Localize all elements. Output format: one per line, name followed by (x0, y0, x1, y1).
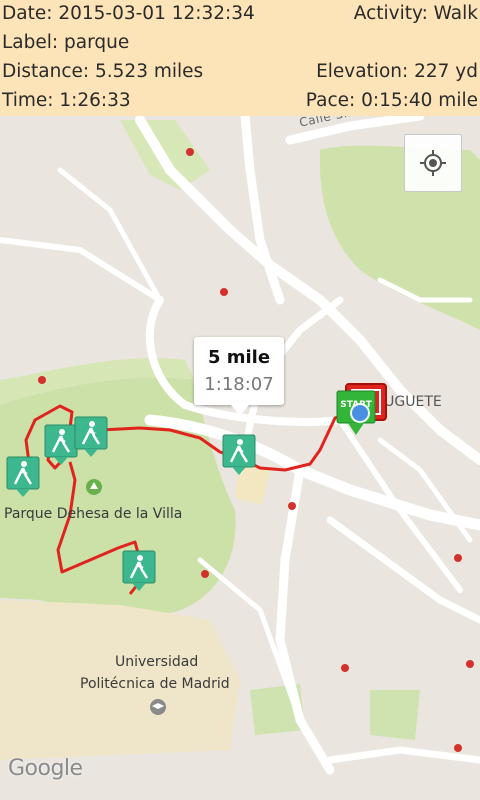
map-view[interactable]: Calle Sinesio Delg JUGUETE Parque Dehesa… (0, 116, 480, 800)
callout-time: 1:18:07 (204, 374, 274, 395)
distance-text: Distance: 5.523 miles (2, 61, 204, 82)
label-text: Label: parque (2, 32, 130, 53)
header-row-3: Distance: 5.523 miles Elevation: 227 yd (0, 58, 480, 87)
header-row-4: Time: 1:26:33 Pace: 0:15:40 mile (0, 87, 480, 116)
my-location-button[interactable] (404, 134, 462, 192)
park-label: Parque Dehesa de la Villa (4, 506, 183, 522)
walk-marker-1[interactable] (6, 456, 40, 498)
my-location-icon (420, 150, 446, 176)
distance-callout[interactable]: 5 mile 1:18:07 (194, 337, 284, 416)
university-label-line1: Universidad (115, 654, 199, 670)
time-text: Time: 1:26:33 (2, 90, 131, 111)
pace-text: Pace: 0:15:40 mile (305, 90, 478, 111)
walk-marker-3[interactable] (74, 416, 108, 458)
university-label-line2: Politécnica de Madrid (80, 676, 230, 692)
callout-distance: 5 mile (207, 347, 271, 368)
walk-marker-5[interactable] (122, 550, 156, 592)
elevation-text: Elevation: 227 yd (316, 61, 478, 82)
header-row-1: Date: 2015-03-01 12:32:34 Activity: Walk (0, 0, 480, 29)
current-location-dot (350, 403, 370, 423)
date-text: Date: 2015-03-01 12:32:34 (2, 3, 255, 24)
activity-summary-header: Date: 2015-03-01 12:32:34 Activity: Walk… (0, 0, 480, 116)
header-row-2: Label: parque (0, 29, 480, 58)
activity-text: Activity: Walk (353, 3, 478, 24)
place-label-juguete: JUGUETE (380, 394, 442, 410)
walk-marker-2[interactable] (44, 424, 78, 466)
walk-marker-4[interactable] (222, 434, 256, 476)
google-logo: Google (8, 756, 83, 781)
